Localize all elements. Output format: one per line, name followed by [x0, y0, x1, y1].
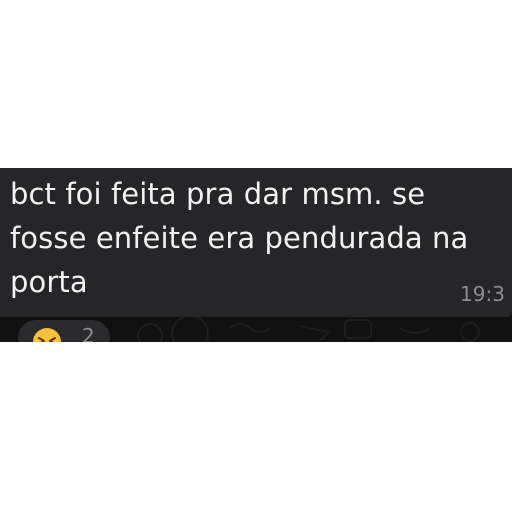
- reaction-count: 2: [82, 324, 95, 342]
- chat-area: bct foi feita pra dar msm. se fosse enfe…: [0, 168, 512, 342]
- message-line: porta: [10, 265, 88, 299]
- message-text: bct foi feita pra dar msm. se fosse enfe…: [10, 172, 502, 304]
- grinning-squinting-face-icon: [33, 328, 61, 342]
- message-line: fosse enfeite era pendurada na: [10, 221, 469, 255]
- message-line: bct foi feita pra dar msm. se: [10, 177, 426, 211]
- incoming-message-bubble[interactable]: bct foi feita pra dar msm. se fosse enfe…: [0, 168, 512, 317]
- message-timestamp: 19:3: [460, 282, 505, 306]
- reaction-badge[interactable]: 2: [16, 318, 112, 342]
- screenshot-canvas: bct foi feita pra dar msm. se fosse enfe…: [0, 0, 512, 512]
